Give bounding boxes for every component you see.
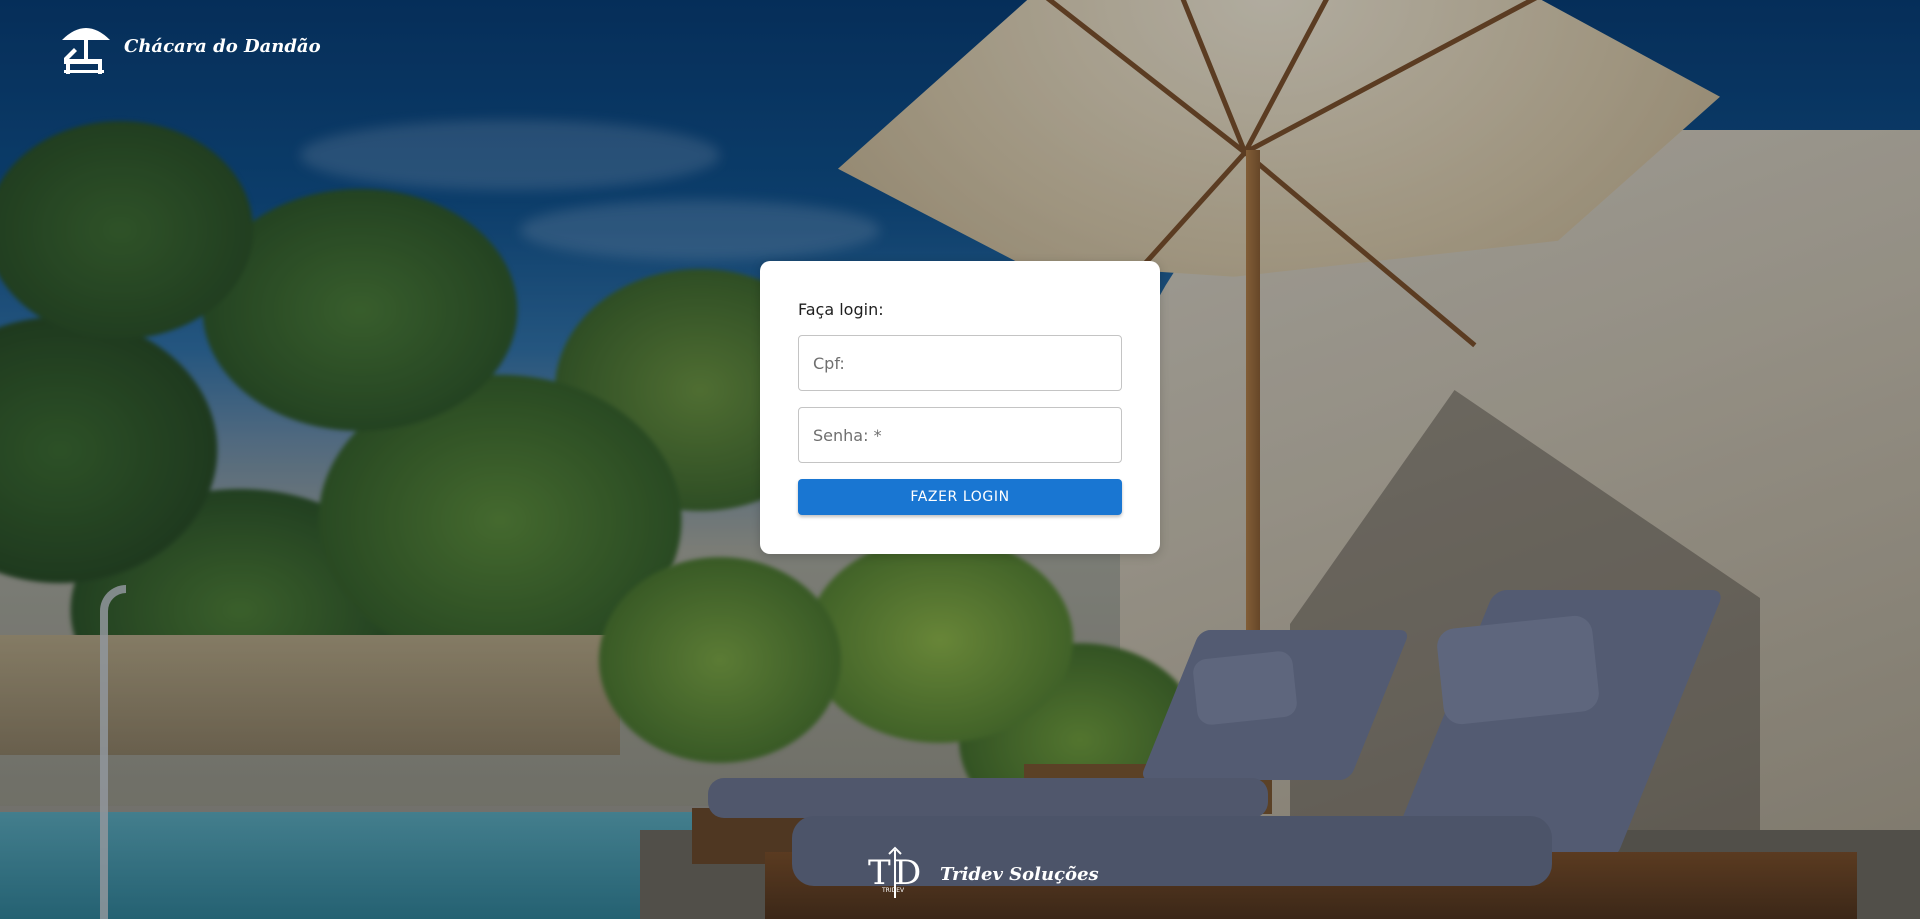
svg-text:TRIDEV: TRIDEV bbox=[881, 887, 905, 894]
header-brand[interactable]: Chácara do Dandão bbox=[58, 18, 321, 78]
cpf-input[interactable] bbox=[799, 336, 1121, 390]
footer-brand[interactable]: T D TRIDEV Tridev Soluções bbox=[864, 846, 1099, 902]
password-input[interactable] bbox=[799, 408, 1121, 462]
cpf-field bbox=[798, 335, 1122, 391]
tridev-logo-icon: T D TRIDEV bbox=[868, 846, 921, 898]
brand-name: Chácara do Dandão bbox=[124, 35, 321, 57]
senha-field bbox=[798, 407, 1122, 463]
beach-umbrella-lounger-icon bbox=[62, 28, 110, 74]
login-button[interactable]: FAZER LOGIN bbox=[798, 479, 1122, 515]
login-card: Faça login: FAZER LOGIN bbox=[760, 261, 1160, 554]
login-title: Faça login: bbox=[798, 300, 884, 319]
company-name: Tridev Soluções bbox=[940, 863, 1099, 885]
